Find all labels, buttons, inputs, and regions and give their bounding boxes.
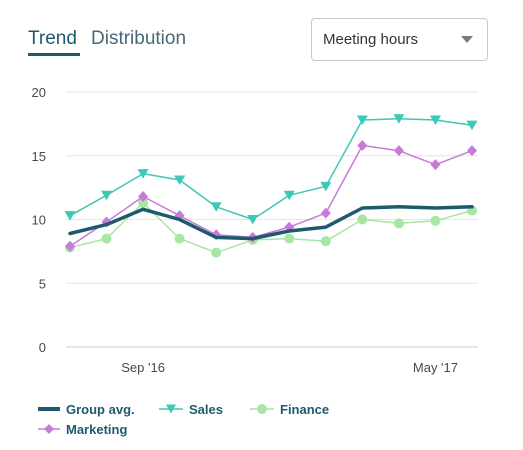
series-line-finance xyxy=(69,202,473,254)
data-point-finance xyxy=(430,215,441,226)
tab-trend-label: Trend xyxy=(28,28,77,49)
metric-dropdown-value: Meeting hours xyxy=(323,31,419,48)
tab-distribution[interactable]: Distribution xyxy=(91,28,186,50)
legend-label-group-avg: Group avg. xyxy=(66,401,135,417)
x-tick-label: Sep '16 xyxy=(121,360,165,375)
tab-distribution-label: Distribution xyxy=(91,28,187,49)
tab-trend[interactable]: Trend xyxy=(28,28,77,50)
y-tick-label: 10 xyxy=(32,213,46,228)
legend-item-marketing[interactable]: Marketing xyxy=(38,420,127,438)
data-point-finance xyxy=(284,233,295,244)
data-point-finance xyxy=(174,233,185,244)
legend-item-group-avg[interactable]: Group avg. xyxy=(38,400,135,418)
y-tick-label: 0 xyxy=(39,340,46,355)
data-point-sales xyxy=(210,202,222,212)
circle-marker-icon xyxy=(250,404,274,414)
metric-dropdown[interactable]: Meeting hours xyxy=(311,18,488,61)
data-point-sales xyxy=(101,190,113,201)
data-point-finance xyxy=(101,233,112,244)
diamond-marker-icon xyxy=(38,424,60,434)
x-tick-label: May '17 xyxy=(413,360,458,375)
data-point-marketing xyxy=(320,207,331,219)
legend-item-sales[interactable]: Sales xyxy=(159,400,223,418)
data-point-marketing xyxy=(393,145,404,157)
data-point-marketing xyxy=(357,140,368,152)
series-line-sales xyxy=(69,118,473,221)
y-tick-label: 15 xyxy=(32,149,46,164)
data-point-finance xyxy=(357,214,368,225)
data-point-marketing xyxy=(467,145,477,157)
active-tab-indicator xyxy=(28,53,80,56)
legend-label-finance: Finance xyxy=(280,401,330,417)
y-tick-label: 5 xyxy=(39,276,46,291)
trend-line-chart: 0 5 10 15 20 Sep '16 May '17 xyxy=(32,85,478,375)
chevron-down-icon xyxy=(461,36,473,43)
chart-legend: Group avg. Sales Finance Marketing xyxy=(38,400,498,444)
data-point-sales xyxy=(283,190,295,201)
legend-item-finance[interactable]: Finance xyxy=(250,400,329,418)
data-point-finance xyxy=(320,236,331,247)
triangle-marker-icon xyxy=(159,404,183,414)
y-tick-label: 20 xyxy=(32,85,46,100)
data-point-finance xyxy=(211,247,222,258)
legend-label-sales: Sales xyxy=(189,401,223,417)
data-point-finance xyxy=(393,218,404,229)
legend-label-marketing: Marketing xyxy=(66,421,128,437)
line-swatch-icon xyxy=(38,407,60,411)
series-line-marketing xyxy=(69,144,473,248)
data-point-marketing xyxy=(430,159,441,171)
